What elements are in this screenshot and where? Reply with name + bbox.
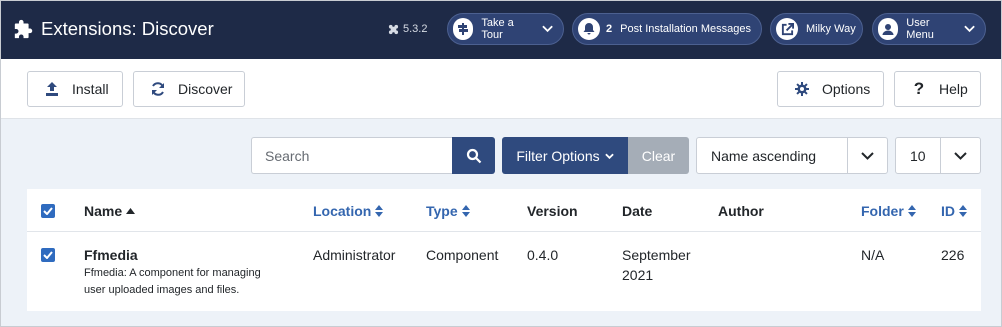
help-label: Help	[939, 81, 968, 97]
column-header-date: Date	[622, 203, 653, 219]
clear-button[interactable]: Clear	[628, 137, 689, 174]
site-name-label: Milky Way	[806, 23, 856, 35]
column-header-folder[interactable]: Folder	[861, 203, 916, 219]
select-all-checkbox[interactable]	[41, 204, 55, 218]
chevron-down-icon	[940, 138, 980, 173]
column-header-location[interactable]: Location	[313, 203, 384, 219]
column-header-author: Author	[718, 203, 764, 219]
toolbar: Install Discover Options ? Help	[1, 59, 1001, 119]
gear-icon	[792, 79, 812, 99]
refresh-icon	[148, 79, 168, 99]
extension-version: 0.4.0	[527, 247, 559, 263]
checkmark-icon	[43, 251, 53, 259]
sort-icon	[959, 205, 967, 217]
checkmark-icon	[43, 207, 53, 215]
chevron-down-icon	[604, 153, 614, 159]
column-type-label: Type	[426, 203, 458, 219]
extension-folder: N/A	[861, 247, 885, 263]
version-indicator: 5.3.2	[388, 23, 427, 35]
chevron-down-icon	[964, 25, 975, 33]
take-a-tour-label: Take a Tour	[481, 17, 514, 41]
search-icon	[466, 148, 481, 163]
post-installation-messages-label: Post Installation Messages	[620, 23, 751, 35]
sort-value: Name ascending	[711, 147, 817, 164]
filter-options-button[interactable]: Filter Options	[502, 137, 628, 174]
upload-icon	[42, 79, 62, 99]
options-label: Options	[822, 81, 871, 97]
header-bar: Extensions: Discover 5.3.2 Take a Tour 2…	[1, 1, 1001, 59]
column-header-version: Version	[527, 203, 578, 219]
options-button[interactable]: Options	[777, 71, 884, 107]
sort-select[interactable]: Name ascending	[696, 137, 888, 174]
user-menu-label: User Menu	[906, 17, 934, 41]
sort-icon	[375, 205, 384, 217]
limit-select[interactable]: 10	[895, 137, 981, 174]
sort-ascending-icon	[126, 208, 136, 214]
column-location-label: Location	[313, 203, 372, 219]
column-folder-label: Folder	[861, 203, 904, 219]
joomla-icon	[388, 24, 399, 34]
description-line: user uploaded images and files.	[84, 284, 240, 296]
search-button[interactable]	[452, 137, 495, 174]
search-input[interactable]: Search	[251, 137, 453, 174]
extension-description: Ffmedia: A component for managing user u…	[84, 265, 284, 299]
chevron-down-icon	[847, 138, 887, 173]
app-frame: Extensions: Discover 5.3.2 Take a Tour 2…	[0, 0, 1002, 327]
discover-button[interactable]: Discover	[133, 71, 245, 107]
row-checkbox[interactable]	[41, 248, 55, 262]
external-link-icon	[776, 18, 798, 40]
install-label: Install	[72, 81, 109, 97]
description-line: Ffmedia: A component for managing	[84, 267, 261, 279]
extension-id: 226	[941, 247, 965, 263]
extension-type: Component	[426, 247, 499, 263]
question-icon: ?	[913, 79, 925, 98]
site-link-button[interactable]: Milky Way	[770, 13, 863, 45]
version-text: 5.3.2	[403, 23, 428, 35]
column-name-label: Name	[84, 203, 123, 219]
install-button[interactable]: Install	[27, 71, 123, 107]
date-line: 2021	[622, 267, 654, 283]
column-header-type[interactable]: Type	[426, 203, 470, 219]
column-header-name[interactable]: Name	[84, 203, 136, 219]
sort-icon	[461, 205, 470, 217]
date-line: September	[622, 247, 691, 263]
user-icon	[878, 18, 899, 40]
column-header-id[interactable]: ID	[941, 203, 967, 219]
discover-label: Discover	[178, 81, 233, 97]
post-installation-messages-button[interactable]: 2 Post Installation Messages	[572, 13, 762, 45]
table-header: Name Location Type Version Date Author F…	[27, 189, 981, 232]
extension-location: Administrator	[313, 247, 396, 263]
extension-name: Ffmedia	[84, 247, 138, 263]
puzzle-icon	[14, 19, 33, 39]
extensions-table: Name Location Type Version Date Author F…	[27, 189, 981, 311]
messages-count-badge: 2	[606, 23, 613, 35]
chevron-down-icon	[542, 25, 553, 33]
help-button[interactable]: ? Help	[894, 71, 981, 107]
limit-value: 10	[910, 147, 926, 164]
column-id-label: ID	[941, 203, 955, 219]
extension-date: September 2021	[622, 245, 690, 285]
take-a-tour-button[interactable]: Take a Tour	[447, 13, 564, 45]
bell-icon	[578, 18, 600, 40]
page-title: Extensions: Discover	[41, 18, 214, 39]
user-menu-button[interactable]: User Menu	[872, 13, 986, 45]
sort-icon	[907, 205, 916, 217]
filter-options-label: Filter Options	[516, 147, 600, 164]
signpost-icon	[453, 18, 474, 40]
